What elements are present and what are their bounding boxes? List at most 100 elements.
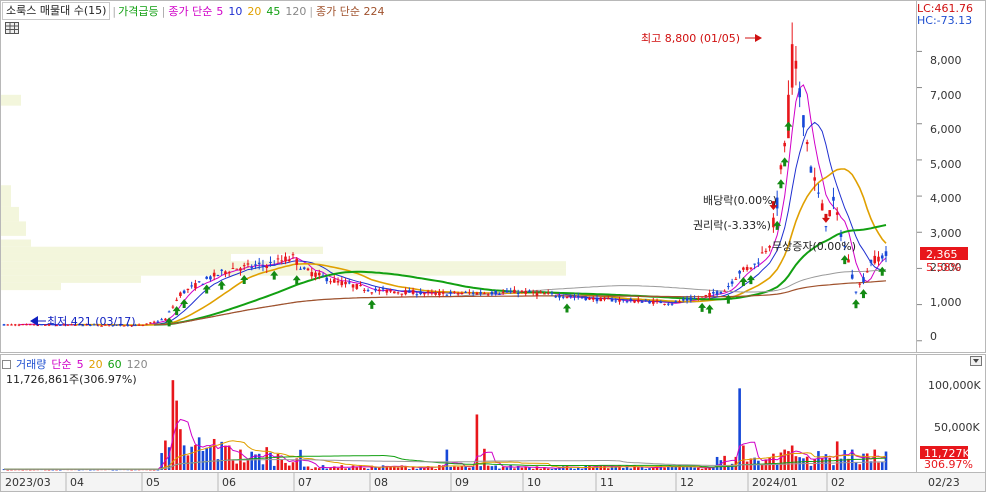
- volume-info: 11,726,861주(306.97%): [6, 373, 137, 386]
- volume-bar: [873, 449, 877, 470]
- candle-body: [783, 142, 786, 147]
- candle-body: [749, 267, 753, 269]
- candle-body: [588, 297, 591, 300]
- volume-legend: 거래량 단순 5 20 60 120: [2, 357, 148, 371]
- x-tick: 02/23: [928, 476, 960, 489]
- candle-body: [381, 288, 385, 290]
- x-tick: 02: [831, 476, 845, 489]
- candle-body: [415, 294, 419, 296]
- candle-body: [317, 272, 321, 276]
- candle-body: [201, 283, 205, 285]
- candle-body: [738, 270, 741, 274]
- candle-body: [231, 268, 235, 270]
- candle-body: [141, 324, 145, 326]
- volume-bar: [505, 467, 509, 470]
- candle-body: [573, 296, 576, 298]
- legend-sep: |: [112, 4, 117, 18]
- candle-body: [10, 324, 13, 326]
- volume-bar: [663, 467, 666, 470]
- profile-bar: [1, 275, 141, 283]
- profile-bar: [1, 221, 26, 236]
- volume-bar: [498, 468, 501, 470]
- candle-body: [310, 272, 314, 277]
- volume-bar: [580, 468, 584, 470]
- candle-body: [595, 297, 599, 302]
- candle-body: [434, 292, 437, 295]
- chart-canvas[interactable]: 8,000 7,000 6,000 5,000 4,000 3,000 2,00…: [0, 0, 986, 492]
- candle-body: [629, 298, 633, 301]
- volume-bar: [453, 466, 456, 470]
- volume-bar: [847, 458, 850, 470]
- candle-body: [558, 295, 561, 298]
- volume-bar: [246, 459, 250, 470]
- candle-body: [674, 300, 678, 302]
- candle-body: [471, 292, 475, 294]
- candle-body: [865, 271, 869, 273]
- candle-body: [479, 292, 482, 294]
- candle-body: [520, 290, 524, 292]
- volume-bar: [494, 465, 497, 470]
- volume-bar: [363, 467, 366, 470]
- grid-table-icon[interactable]: [5, 22, 19, 34]
- candle-body: [396, 292, 400, 294]
- panel-menu-icon[interactable]: [970, 356, 982, 366]
- volume-bar: [685, 467, 689, 470]
- rights-annotation: 권리락(-3.33%): [693, 219, 771, 232]
- vol-legend-checkbox[interactable]: [2, 359, 11, 369]
- candle-body: [17, 324, 21, 326]
- candle-body: [543, 293, 546, 295]
- profile-bar: [1, 94, 21, 106]
- candle-body: [636, 299, 640, 302]
- x-tick: 12: [680, 476, 694, 489]
- volume-bar: [483, 448, 486, 470]
- volume-bar: [700, 468, 704, 470]
- high-annotation: 최고 8,800 (01/05): [641, 32, 740, 45]
- candle-body: [224, 271, 227, 275]
- candle-body: [137, 324, 141, 326]
- volume-bar: [212, 438, 216, 470]
- candle-body: [670, 303, 674, 305]
- legend-ma-label: 종가 단순: [168, 5, 213, 18]
- candle-body: [877, 256, 880, 262]
- low-annotation: 최저 421 (03/17): [47, 315, 136, 328]
- vol-y-tick: 100,000K: [928, 379, 981, 392]
- volume-bar: [880, 461, 884, 470]
- candle-body: [287, 259, 291, 262]
- candle-body: [370, 292, 374, 294]
- candle-body: [291, 254, 295, 256]
- candle-body: [809, 166, 813, 173]
- volume-bar: [287, 465, 291, 470]
- volume-panel-frame: [0, 354, 917, 473]
- volume-bar: [636, 467, 640, 470]
- x-tick: 04: [70, 476, 84, 489]
- volume-bar: [693, 467, 696, 470]
- volume-bar: [783, 449, 786, 470]
- candle-body: [708, 292, 711, 298]
- candle-body: [194, 283, 197, 289]
- candle-body: [239, 268, 242, 271]
- volume-bar: [832, 465, 835, 470]
- volume-bar: [715, 456, 719, 470]
- volume-bar: [265, 447, 269, 470]
- candle-body: [569, 296, 573, 298]
- volume-bar: [284, 462, 287, 470]
- volume-bar: [719, 460, 723, 470]
- candle-body: [464, 291, 467, 293]
- volume-bar: [329, 468, 332, 470]
- legend-box[interactable]: 소룩스 매물대 수(15): [2, 2, 111, 20]
- candle-body: [745, 266, 749, 270]
- profile-bar: [1, 206, 19, 222]
- stock-chart[interactable]: 8,000 7,000 6,000 5,000 4,000 3,000 2,00…: [0, 0, 986, 492]
- legend-ma-45: 45: [266, 4, 281, 18]
- vol-legend-5: 5: [76, 357, 84, 371]
- volume-bar: [197, 437, 201, 470]
- candle-body: [565, 297, 569, 299]
- volume-bar: [460, 466, 464, 470]
- volume-bar: [490, 466, 494, 470]
- candle-body: [693, 298, 696, 300]
- candle-body: [344, 281, 347, 285]
- vol-legend-120: 120: [126, 357, 148, 371]
- candle-body: [385, 289, 389, 293]
- candle-body: [513, 289, 516, 294]
- candle-body: [734, 278, 738, 280]
